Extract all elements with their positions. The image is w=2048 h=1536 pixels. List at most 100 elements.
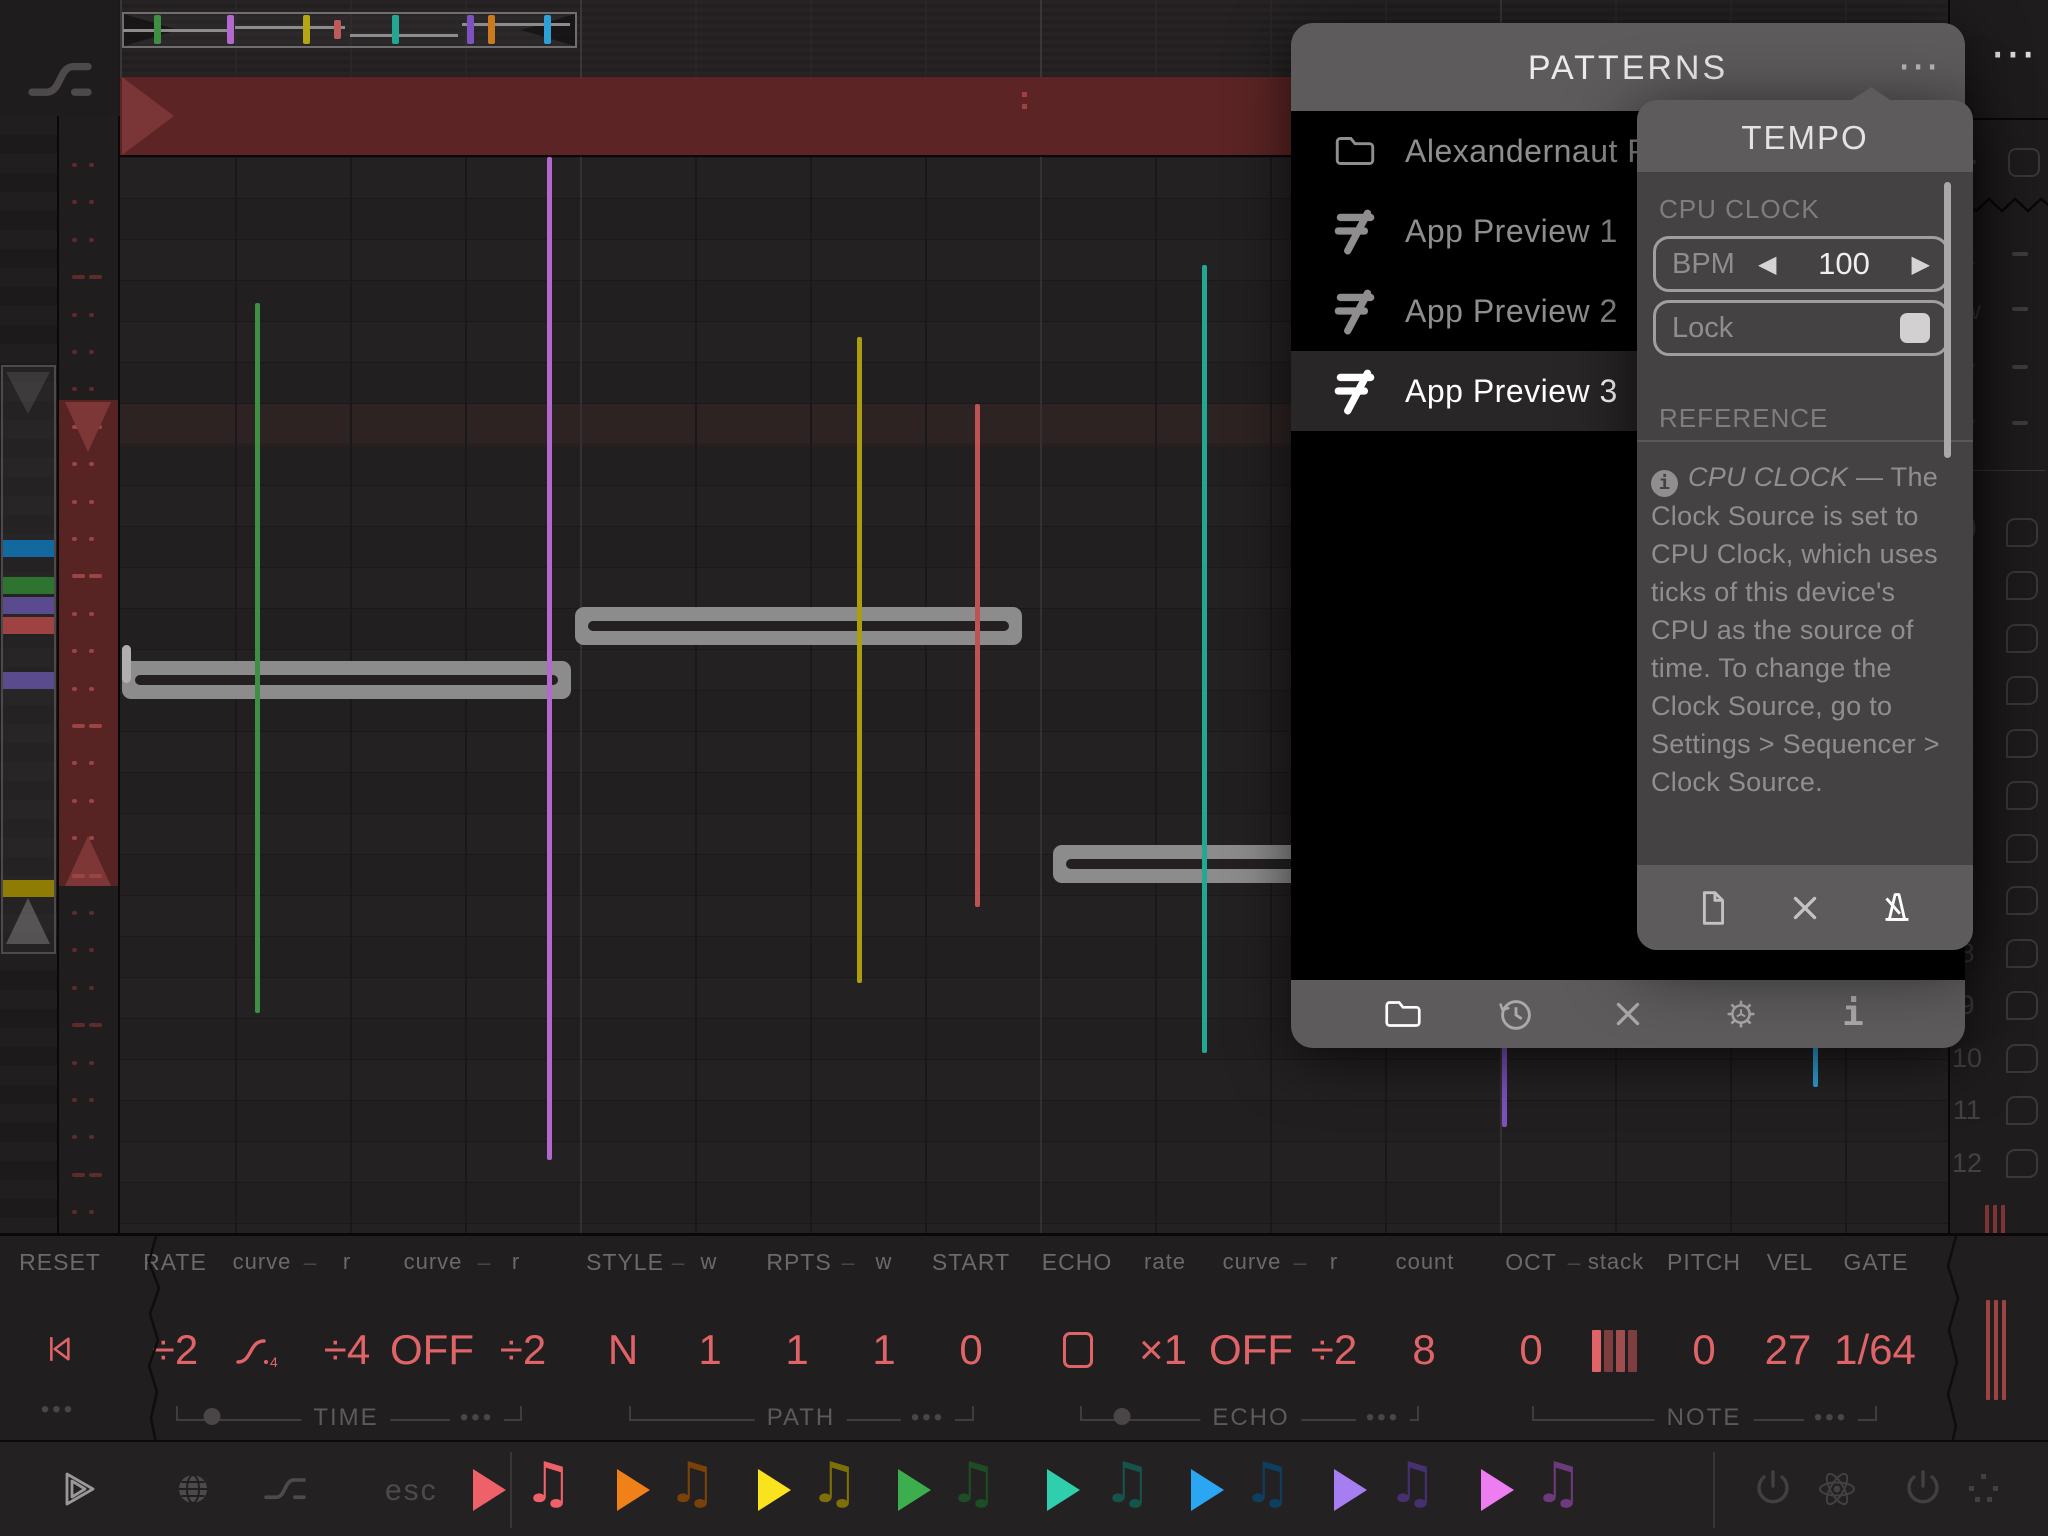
track-square[interactable] xyxy=(2006,676,2038,705)
param-value[interactable]: ÷4 xyxy=(324,1326,370,1374)
voice-note-icon[interactable]: ♫ xyxy=(948,1454,998,1514)
lock-toggle[interactable]: Lock xyxy=(1653,300,1949,356)
voice-play-button[interactable] xyxy=(1047,1469,1080,1511)
voice-play-button[interactable] xyxy=(898,1469,931,1511)
track-square[interactable] xyxy=(2006,1044,2038,1073)
track-square[interactable] xyxy=(2006,834,2038,863)
voice-play-button[interactable] xyxy=(1191,1469,1224,1511)
bpm-stepper[interactable]: BPM ◀ 100 ▶ xyxy=(1653,236,1949,292)
param-label-gate: GATE xyxy=(1844,1249,1909,1276)
voice-play-button[interactable] xyxy=(1334,1469,1367,1511)
param-value[interactable]: 1 xyxy=(698,1326,721,1374)
main-menu-button[interactable]: ⋯ xyxy=(1990,26,2038,80)
param-value[interactable]: OFF xyxy=(390,1326,474,1374)
param-value[interactable]: ×1 xyxy=(1139,1326,1187,1374)
track-number: 10 xyxy=(1952,1043,1982,1074)
voice-play-button[interactable] xyxy=(473,1469,506,1511)
globe-icon[interactable] xyxy=(170,1466,216,1512)
toggle-square[interactable] xyxy=(2008,148,2040,177)
curve-value-icon[interactable]: 4 xyxy=(232,1332,284,1372)
param-value[interactable]: 27 xyxy=(1765,1326,1812,1374)
popover-scrollbar[interactable] xyxy=(1944,182,1951,458)
param-value[interactable]: ÷2 xyxy=(500,1326,546,1374)
voice-note-icon[interactable]: ♫ xyxy=(809,1454,859,1514)
ruler-tick xyxy=(72,1173,85,1177)
clef-track-square[interactable] xyxy=(2006,518,2038,547)
play-all-icon[interactable] xyxy=(56,1466,102,1512)
grid-scrollbar[interactable] xyxy=(122,645,131,683)
reset-button[interactable] xyxy=(42,1330,76,1368)
stack-value-icon[interactable] xyxy=(1592,1330,1640,1377)
group-knob[interactable] xyxy=(1114,1408,1131,1425)
param-value[interactable]: ÷2 xyxy=(1311,1326,1357,1374)
track-square[interactable] xyxy=(2006,1149,2038,1178)
voice-note-icon[interactable]: ♫ xyxy=(1387,1454,1437,1514)
param-value[interactable]: 0 xyxy=(959,1326,982,1374)
info-icon[interactable]: i xyxy=(1831,992,1875,1036)
power-icon[interactable] xyxy=(1900,1466,1946,1512)
track-square[interactable] xyxy=(2006,571,2038,600)
beat-line xyxy=(580,157,582,1233)
new-file-icon[interactable] xyxy=(1691,886,1735,930)
voice-play-button[interactable] xyxy=(617,1469,650,1511)
history-icon[interactable] xyxy=(1494,992,1538,1036)
param-value[interactable]: 0 xyxy=(1519,1326,1542,1374)
note-bar[interactable] xyxy=(122,661,571,699)
echo-toggle[interactable] xyxy=(1063,1332,1093,1371)
reset-more-dots[interactable]: ••• xyxy=(31,1396,85,1424)
voice-note-icon[interactable]: ♫ xyxy=(667,1454,717,1514)
pitch-range-ruler[interactable] xyxy=(59,116,120,1233)
group-more-dots[interactable]: ••• xyxy=(1804,1404,1858,1432)
overview-loop-region[interactable] xyxy=(122,12,577,48)
track-square[interactable] xyxy=(2006,624,2038,653)
app-logo[interactable] xyxy=(0,0,118,116)
voice-play-button[interactable] xyxy=(758,1469,791,1511)
bpm-decrement-button[interactable]: ◀ xyxy=(1758,250,1776,278)
track-square[interactable] xyxy=(2006,729,2038,758)
group-knob[interactable] xyxy=(204,1408,221,1425)
param-value[interactable]: 1/64 xyxy=(1834,1326,1916,1374)
bpm-increment-button[interactable]: ▶ xyxy=(1912,250,1930,278)
playhead-1-range[interactable] xyxy=(59,400,118,886)
voice-note-icon[interactable]: ♫ xyxy=(1102,1454,1152,1514)
metronome-icon[interactable] xyxy=(1875,886,1919,930)
folder-icon[interactable] xyxy=(1381,992,1425,1036)
transport-toolbar: esc ♫ ♫ ♫ ♫ ♫ ♫ ♫ ♫ xyxy=(0,1440,2048,1536)
param-value[interactable]: 1 xyxy=(872,1326,895,1374)
track-square[interactable] xyxy=(2006,991,2038,1020)
ruler-tick xyxy=(72,612,77,616)
ruler-tick xyxy=(89,275,102,279)
dots-scatter-icon[interactable] xyxy=(1961,1466,2007,1512)
ruler-tick xyxy=(89,724,102,728)
divider xyxy=(1713,1452,1715,1528)
pitch-minimap[interactable] xyxy=(0,116,59,1233)
param-value[interactable]: OFF xyxy=(1209,1326,1293,1374)
voice-note-icon[interactable]: ♫ xyxy=(1242,1454,1292,1514)
param-value[interactable]: 0 xyxy=(1692,1326,1715,1374)
track-square[interactable] xyxy=(2006,1096,2038,1125)
track-square[interactable] xyxy=(2006,781,2038,810)
close-icon[interactable] xyxy=(1606,992,1650,1036)
voice-note-icon[interactable]: ♫ xyxy=(1533,1454,1583,1514)
param-value[interactable]: 8 xyxy=(1412,1326,1435,1374)
group-more-dots[interactable]: ••• xyxy=(1356,1404,1410,1432)
voice-note-icon[interactable]: ♫ xyxy=(523,1454,573,1514)
track-square[interactable] xyxy=(2006,939,2038,968)
power-icon[interactable] xyxy=(1750,1466,1796,1512)
bpm-value[interactable]: 100 xyxy=(1776,246,1911,282)
slide-icon[interactable] xyxy=(262,1466,308,1512)
minimap-viewport[interactable] xyxy=(1,365,56,954)
track-square[interactable] xyxy=(2006,886,2038,915)
patterns-menu-button[interactable]: ⋯ xyxy=(1897,41,1939,90)
esc-button[interactable]: esc xyxy=(385,1474,438,1508)
note-bar[interactable] xyxy=(575,607,1022,645)
voice-play-button[interactable] xyxy=(1481,1469,1514,1511)
atom-icon[interactable] xyxy=(1814,1466,1860,1512)
gear-icon[interactable] xyxy=(1719,992,1763,1036)
group-more-dots[interactable]: ••• xyxy=(450,1404,504,1432)
group-more-dots[interactable]: ••• xyxy=(901,1404,955,1432)
close-icon[interactable] xyxy=(1783,886,1827,930)
param-value[interactable]: 1 xyxy=(785,1326,808,1374)
lock-checkbox[interactable] xyxy=(1900,313,1930,343)
param-value[interactable]: N xyxy=(608,1326,638,1374)
